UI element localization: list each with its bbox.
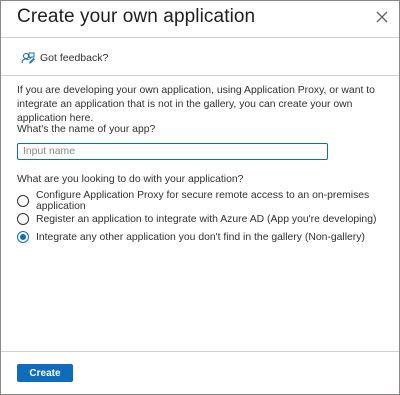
feedback-link[interactable]: Got feedback?	[21, 51, 108, 65]
option-label: Configure Application Proxy for secure r…	[36, 190, 370, 212]
option-label: Integrate any other application you don'…	[36, 231, 365, 243]
header-divider	[1, 37, 399, 38]
option-non-gallery[interactable]: Integrate any other application you don'…	[17, 228, 399, 246]
radio-button[interactable]	[17, 213, 29, 225]
description-text: If you are developing your own applicati…	[17, 85, 375, 124]
create-button[interactable]: Create	[17, 364, 73, 382]
footer-divider	[1, 351, 399, 352]
feedback-label: Got feedback?	[40, 52, 109, 64]
close-button[interactable]	[373, 8, 391, 26]
purpose-question: What are you looking to do with your app…	[17, 174, 244, 185]
app-name-input[interactable]	[17, 143, 328, 160]
app-name-label: What's the name of your app?	[17, 124, 156, 135]
option-label: Register an application to integrate wit…	[36, 213, 377, 225]
purpose-radio-group: Configure Application Proxy for secure r…	[17, 190, 399, 246]
feedback-person-icon	[21, 52, 35, 64]
close-icon	[376, 11, 388, 23]
option-register-app[interactable]: Register an application to integrate wit…	[17, 210, 399, 228]
radio-button-selected[interactable]	[17, 231, 29, 243]
option-app-proxy[interactable]: Configure Application Proxy for secure r…	[17, 190, 399, 212]
feedback-divider	[1, 75, 399, 76]
radio-button[interactable]	[17, 195, 29, 207]
dialog-title: Create your own application	[17, 6, 256, 27]
create-app-dialog: Create your own application Got feedback…	[0, 0, 400, 395]
